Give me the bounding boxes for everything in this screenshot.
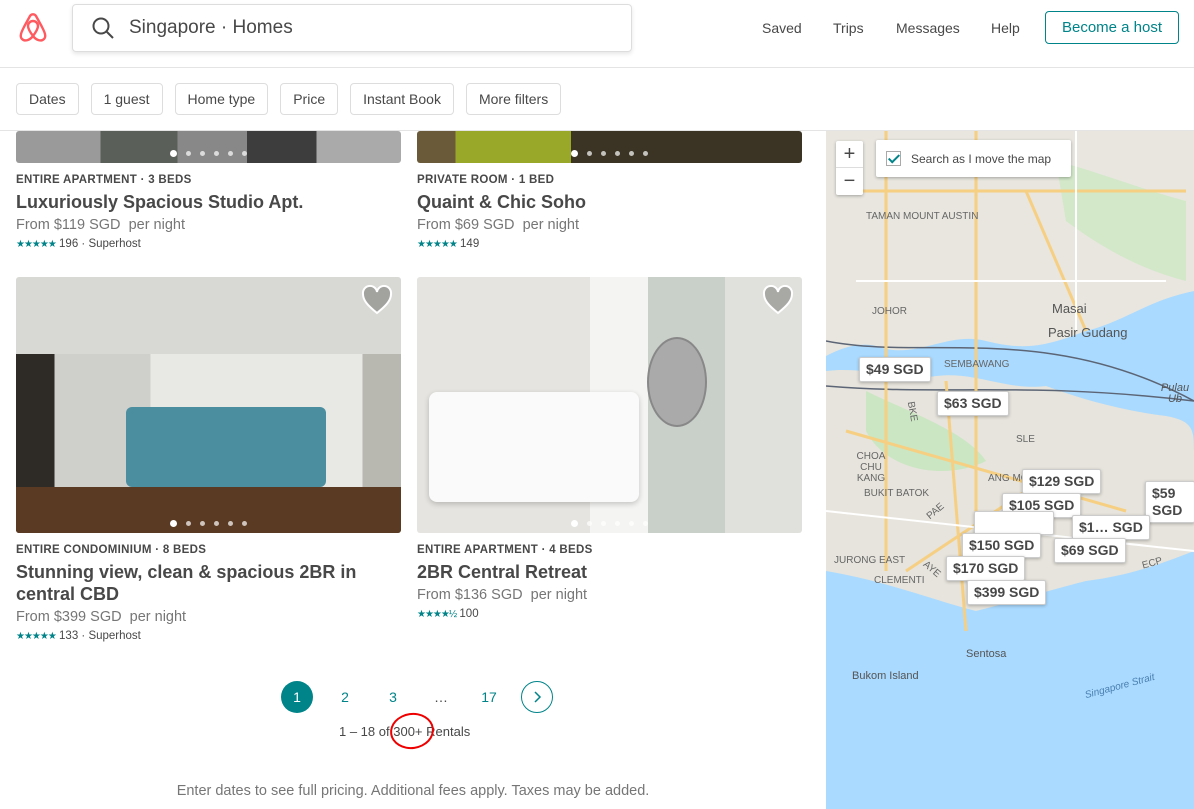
price-pin[interactable]: $170 SGD xyxy=(946,556,1026,581)
header: Singapore · Homes Saved Trips Messages H… xyxy=(0,0,1194,68)
listing-photo[interactable] xyxy=(417,131,802,163)
nav-saved[interactable]: Saved xyxy=(762,20,802,36)
map-label: Bukom Island xyxy=(852,670,919,682)
search-input[interactable]: Singapore · Homes xyxy=(72,4,632,52)
price-pin[interactable]: $129 SGD xyxy=(1022,469,1102,494)
listing-type: ENTIRE CONDOMINIUM · 8 BEDS xyxy=(16,544,207,556)
map-label: JOHOR xyxy=(872,306,907,317)
listing-type: ENTIRE APARTMENT · 4 BEDS xyxy=(417,544,593,556)
pagination: 1 2 3 … 17 xyxy=(281,681,569,713)
star-icons: ★★★★★ xyxy=(16,631,57,642)
search-as-move-toggle[interactable]: Search as I move the map xyxy=(876,140,1071,177)
hanging-chair-graphic xyxy=(647,337,707,427)
map-label: CLEMENTI xyxy=(874,575,925,586)
filter-instant-book[interactable]: Instant Book xyxy=(350,83,454,115)
zoom-out-button[interactable]: − xyxy=(836,168,863,195)
airbnb-logo-icon[interactable] xyxy=(17,12,49,49)
nav-help[interactable]: Help xyxy=(991,20,1020,36)
filter-price[interactable]: Price xyxy=(280,83,339,115)
map-label: Sentosa xyxy=(966,648,1007,660)
listing-card[interactable]: ENTIRE APARTMENT · 3 BEDS Luxuriously Sp… xyxy=(16,174,401,250)
sofa-graphic xyxy=(429,392,639,502)
listing-rating: ★★★★★ 133 · Superhost xyxy=(16,630,141,642)
checkbox-checked-icon[interactable] xyxy=(886,151,901,166)
listing-rating: ★★★★½ 100 xyxy=(417,608,479,620)
price-pin[interactable]: $49 SGD xyxy=(859,357,931,382)
search-value: Singapore · Homes xyxy=(129,17,293,38)
listing-card[interactable]: ENTIRE CONDOMINIUM · 8 BEDS Stunning vie… xyxy=(16,544,401,642)
map-label: Pasir Gudang xyxy=(1048,325,1128,340)
listing-photo[interactable] xyxy=(16,277,401,533)
page-3[interactable]: 3 xyxy=(377,681,409,713)
pricing-note: Enter dates to see full pricing. Additio… xyxy=(176,783,650,799)
listing-photo[interactable] xyxy=(417,277,802,533)
bed-graphic xyxy=(126,407,326,487)
star-icons: ★★★★½ xyxy=(417,609,457,620)
listing-title[interactable]: Stunning view, clean & spacious 2BR in c… xyxy=(16,561,386,605)
map-label: BUKIT BATOK xyxy=(864,488,930,499)
map-label: TAMAN MOUNT AUSTIN xyxy=(866,211,979,222)
listing-rating: ★★★★★ 196 · Superhost xyxy=(16,238,141,250)
map[interactable]: + − Search as I move the map TAMAN MOUNT… xyxy=(826,131,1194,809)
listing-price: From $136 SGD per night xyxy=(417,587,588,603)
chevron-right-icon xyxy=(534,691,542,703)
map-label: JURONG EAST xyxy=(834,555,906,566)
nav-trips[interactable]: Trips xyxy=(833,20,864,36)
listing-title[interactable]: 2BR Central Retreat xyxy=(417,561,802,583)
star-icons: ★★★★★ xyxy=(417,239,458,250)
search-icon xyxy=(92,17,114,39)
zoom-controls: + − xyxy=(836,141,863,195)
listing-rating: ★★★★★ 149 xyxy=(417,238,480,250)
listing-price: From $399 SGD per night xyxy=(16,609,187,625)
photo-dots[interactable] xyxy=(417,520,802,527)
page-1[interactable]: 1 xyxy=(281,681,313,713)
price-pin[interactable]: $1… SGD xyxy=(1072,515,1150,540)
price-pin[interactable]: $63 SGD xyxy=(937,391,1009,416)
price-pin[interactable]: $69 SGD xyxy=(1054,538,1126,563)
page-17[interactable]: 17 xyxy=(473,681,505,713)
listing-title[interactable]: Luxuriously Spacious Studio Apt. xyxy=(16,191,401,213)
become-host-button[interactable]: Become a host xyxy=(1045,11,1179,44)
price-pin[interactable]: $59 SGD xyxy=(1145,481,1194,523)
photo-dots[interactable] xyxy=(16,150,401,157)
map-label: SEMBAWANG xyxy=(944,359,1010,370)
listing-type: ENTIRE APARTMENT · 3 BEDS xyxy=(16,174,192,186)
filter-home-type[interactable]: Home type xyxy=(174,83,269,115)
listing-photo[interactable] xyxy=(16,131,401,163)
map-label: SLE xyxy=(1016,434,1035,445)
map-label: Pulau Ub xyxy=(1160,382,1190,405)
listing-card[interactable]: ENTIRE APARTMENT · 4 BEDS 2BR Central Re… xyxy=(417,544,802,620)
listing-type: PRIVATE ROOM · 1 BED xyxy=(417,174,555,186)
map-label: Masai xyxy=(1052,301,1087,316)
next-page-button[interactable] xyxy=(521,681,553,713)
filter-more[interactable]: More filters xyxy=(465,83,562,115)
photo-dots[interactable] xyxy=(16,520,401,527)
photo-dots[interactable] xyxy=(417,150,802,157)
star-icons: ★★★★★ xyxy=(16,239,57,250)
listing-price: From $119 SGD per night xyxy=(16,217,185,233)
page-ellipsis: … xyxy=(434,689,448,705)
filter-bar: Dates 1 guest Home type Price Instant Bo… xyxy=(0,68,1194,131)
price-pin-stack[interactable] xyxy=(974,511,1054,535)
map-label: CHOA CHU KANG xyxy=(856,451,886,484)
heart-icon[interactable] xyxy=(762,285,794,315)
red-annotation-circle xyxy=(387,710,437,752)
price-pin[interactable]: $399 SGD xyxy=(967,580,1047,605)
zoom-in-button[interactable]: + xyxy=(836,141,863,168)
filter-dates[interactable]: Dates xyxy=(16,83,79,115)
filter-guests[interactable]: 1 guest xyxy=(90,83,163,115)
heart-icon[interactable] xyxy=(361,285,393,315)
price-pin[interactable]: $150 SGD xyxy=(962,533,1042,558)
nav-messages[interactable]: Messages xyxy=(896,20,960,36)
page-2[interactable]: 2 xyxy=(329,681,361,713)
listing-price: From $69 SGD per night xyxy=(417,217,579,233)
listing-title[interactable]: Quaint & Chic Soho xyxy=(417,191,802,213)
listing-card[interactable]: PRIVATE ROOM · 1 BED Quaint & Chic Soho … xyxy=(417,174,802,250)
